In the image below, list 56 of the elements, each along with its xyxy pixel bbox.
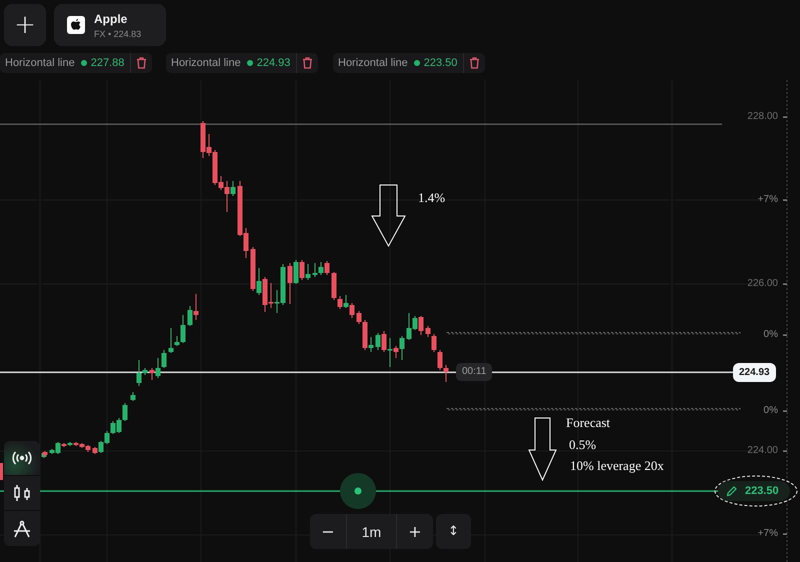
current-price-tag: 224.93 bbox=[733, 363, 776, 382]
price-label: 228.00 bbox=[746, 110, 778, 124]
horizontal-line-chip[interactable]: Horizontal line 223.50 bbox=[333, 53, 486, 73]
toolbar-button[interactable] bbox=[4, 441, 40, 476]
apple-logo-icon bbox=[67, 16, 85, 34]
status-dot-icon bbox=[246, 60, 253, 66]
axis-tick bbox=[783, 116, 787, 118]
horizontal-line[interactable] bbox=[0, 490, 718, 492]
trash-icon bbox=[469, 57, 480, 69]
interval-button[interactable]: 1m bbox=[346, 514, 397, 549]
chip-label: Horizontal line bbox=[338, 57, 408, 69]
zoom-in-button[interactable]: + bbox=[397, 514, 433, 549]
candle bbox=[0, 463, 3, 480]
asset-name: Apple bbox=[94, 12, 128, 26]
trash-icon bbox=[136, 57, 148, 69]
trash-icon bbox=[302, 57, 314, 69]
axis-tick bbox=[783, 334, 787, 336]
line-handle[interactable] bbox=[340, 473, 376, 509]
line-price: 227.88 bbox=[90, 57, 124, 69]
candles-icon bbox=[13, 485, 31, 501]
price-label: 226.00 bbox=[746, 277, 778, 291]
compass-icon bbox=[13, 520, 31, 538]
axis-tick bbox=[783, 410, 787, 412]
broadcast-icon bbox=[12, 451, 32, 465]
line-price: 223.50 bbox=[424, 57, 458, 69]
percent-label: +7% bbox=[756, 527, 778, 541]
annotation-text: 1.4% bbox=[418, 190, 446, 206]
annotation-text: Forecast bbox=[566, 415, 610, 431]
axis-tick bbox=[783, 450, 787, 452]
status-dot-icon bbox=[80, 60, 87, 66]
countdown-timer: 00:11 bbox=[456, 363, 492, 381]
zoom-out-button[interactable]: − bbox=[310, 514, 346, 549]
price-label: 224.00 bbox=[746, 444, 778, 458]
asset-card[interactable]: Apple FX • 224.83 bbox=[54, 4, 166, 46]
add-button[interactable]: + bbox=[4, 4, 46, 46]
line-price: 224.93 bbox=[256, 57, 290, 69]
down-arrow bbox=[528, 418, 557, 482]
chip-label: Horizontal line bbox=[171, 57, 241, 69]
horizontal-line-chip[interactable]: Horizontal line 224.93 bbox=[166, 53, 318, 73]
annotation-text: 10% leverage 20x bbox=[570, 458, 664, 474]
pencil-icon bbox=[726, 486, 737, 496]
axis-tick bbox=[783, 534, 787, 535]
axis-tick bbox=[783, 284, 787, 285]
down-arrow bbox=[371, 184, 406, 248]
line-price-tag[interactable]: 223.50 bbox=[718, 481, 790, 501]
chip-label: Horizontal line bbox=[5, 57, 75, 69]
annotation-text: 0.5% bbox=[569, 437, 596, 453]
fit-button[interactable]: ↕ bbox=[436, 514, 471, 549]
line-price: 223.50 bbox=[745, 485, 779, 497]
axis-tick bbox=[783, 200, 787, 201]
status-dot-icon bbox=[414, 60, 420, 66]
percent-label: 0% bbox=[762, 404, 778, 418]
percent-label: 0% bbox=[762, 328, 778, 342]
asset-price: FX • 224.83 bbox=[94, 28, 142, 38]
percent-label: +7% bbox=[756, 193, 778, 207]
horizontal-line-chip[interactable]: Horizontal line 227.88 bbox=[0, 53, 152, 73]
